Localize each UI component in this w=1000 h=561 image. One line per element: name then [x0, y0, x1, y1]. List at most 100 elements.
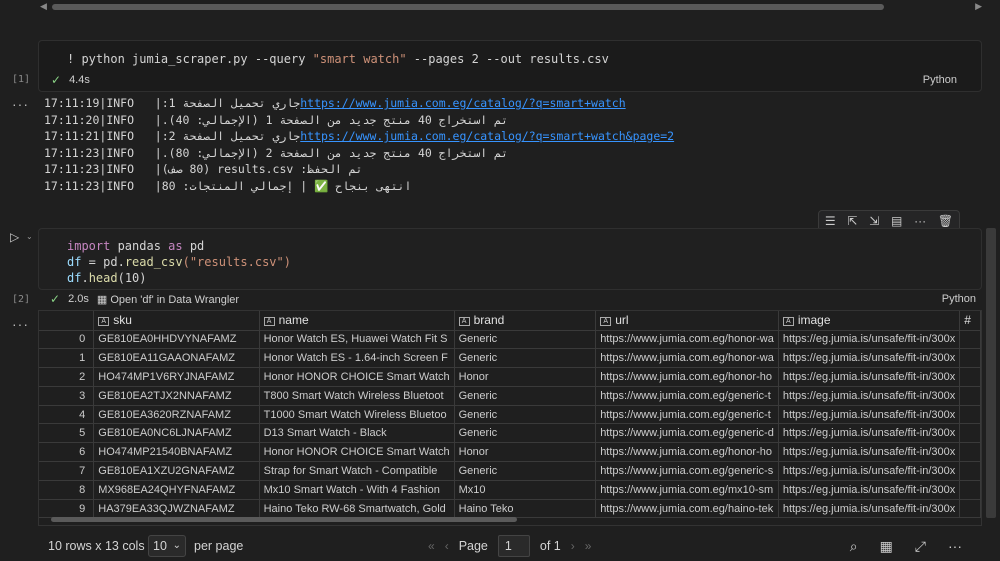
table-cell[interactable]: Mx10 Smart Watch - With 4 Fashion — [259, 480, 455, 500]
table-row[interactable]: 0 GE810EA0HHDVYNAFAMZ Honor Watch ES, Huaw… — [39, 330, 981, 350]
table-cell[interactable]: https://www.jumia.com.eg/honor-ho — [595, 442, 779, 463]
table-row[interactable]: 1 GE810EA11GAAONAFAMZ Honor Watch ES - 1.6… — [39, 348, 981, 369]
table-cell[interactable]: T800 Smart Watch Wireless Bluetoot — [259, 386, 455, 406]
output-more-icon[interactable]: ··· — [12, 316, 29, 332]
table-cell[interactable]: https://eg.jumia.is/unsafe/fit-in/300x — [778, 330, 961, 350]
scroll-left-arrow-icon[interactable]: ◀ — [40, 1, 47, 12]
table-cell[interactable]: https://eg.jumia.is/unsafe/fit-in/300x — [778, 423, 961, 444]
table-cell[interactable]: GE810EA2TJX2NNAFAMZ — [93, 386, 260, 406]
table-cell[interactable]: MX968EA24QHYFNAFAMZ — [93, 480, 260, 500]
split-cell-icon[interactable]: ▤ — [891, 214, 902, 228]
cell-1-language[interactable]: Python — [923, 74, 957, 86]
table-cell[interactable]: https://www.jumia.com.eg/honor-wa — [595, 330, 779, 350]
table-cell[interactable] — [959, 461, 981, 481]
table-row[interactable]: 5 GE810EA0NC6LJNAFAMZ D13 Smart Watch - Bl… — [39, 423, 981, 444]
table-cell[interactable]: GE810EA0HHDVYNAFAMZ — [93, 330, 260, 350]
vertical-scrollbar[interactable] — [986, 228, 996, 518]
table-cell[interactable]: https://www.jumia.com.eg/honor-wa — [595, 348, 779, 369]
data-wrangler-link[interactable]: ▦ Open 'df' in Data Wrangler — [97, 293, 239, 306]
code-cell-2[interactable]: import pandas as pd df = pd.read_csv("re… — [38, 228, 982, 290]
log-link[interactable]: https://www.jumia.com.eg/catalog/?q=smar… — [300, 129, 674, 146]
table-cell[interactable]: Generic — [454, 423, 597, 444]
code-line-3[interactable]: df.head(10) — [67, 271, 147, 285]
table-cell[interactable]: Generic — [454, 405, 597, 425]
code-line-2[interactable]: df = pd.read_csv("results.csv") — [67, 255, 291, 269]
table-cell[interactable]: Honor HONOR CHOICE Smart Watch — [259, 442, 455, 463]
table-cell[interactable] — [959, 405, 981, 425]
table-cell[interactable] — [959, 480, 981, 500]
code-cell-1[interactable]: ! python jumia_scraper.py --query "smart… — [38, 40, 982, 92]
table-cell[interactable]: https://eg.jumia.is/unsafe/fit-in/300x — [778, 461, 961, 481]
table-cell[interactable]: https://www.jumia.com.eg/generic-s — [595, 461, 779, 481]
table-cell[interactable]: Strap for Smart Watch - Compatible — [259, 461, 455, 481]
table-cell[interactable]: Honor — [454, 367, 597, 387]
table-row[interactable]: 2 HO474MP1V6RYJNAFAMZ Honor HONOR CHOICE S… — [39, 367, 981, 387]
table-cell[interactable]: Generic — [454, 461, 597, 481]
per-page-select[interactable]: 10 ⌄ — [148, 535, 186, 557]
top-horizontal-scrollbar[interactable]: ◀ ▶ — [38, 0, 982, 14]
column-header-url[interactable]: Aurl — [595, 311, 779, 331]
table-cell[interactable]: HO474MP1V6RYJNAFAMZ — [93, 367, 260, 387]
scroll-right-arrow-icon[interactable]: ▶ — [975, 1, 982, 12]
table-row[interactable]: 4 GE810EA3620RZNAFAMZ T1000 Smart Watch Wi… — [39, 405, 981, 425]
search-icon[interactable]: ⌕ — [850, 538, 858, 555]
previous-page-icon[interactable]: ‹ — [445, 539, 449, 553]
first-page-icon[interactable]: « — [428, 539, 435, 553]
scrollbar-thumb[interactable] — [52, 4, 884, 10]
table-cell[interactable]: GE810EA1XZU2GNAFAMZ — [93, 461, 260, 481]
grid-horizontal-scrollbar[interactable] — [47, 516, 977, 523]
execute-below-icon[interactable]: ⇲ — [869, 214, 879, 228]
table-cell[interactable]: D13 Smart Watch - Black — [259, 423, 455, 444]
column-header-sku[interactable]: Asku — [93, 311, 260, 331]
table-cell[interactable]: Generic — [454, 348, 597, 369]
table-cell[interactable]: Honor — [454, 442, 597, 463]
table-cell[interactable] — [959, 330, 981, 350]
table-cell[interactable]: https://www.jumia.com.eg/generic-d — [595, 423, 779, 444]
column-header-index[interactable] — [39, 311, 95, 331]
next-page-icon[interactable]: › — [571, 539, 575, 553]
table-icon[interactable]: ▦ — [880, 538, 893, 555]
cell-2-language[interactable]: Python — [942, 293, 976, 305]
more-icon[interactable]: ··· — [948, 538, 962, 555]
delete-cell-icon[interactable]: 🗑 — [938, 214, 953, 228]
code-line-command[interactable]: ! python jumia_scraper.py --query "smart… — [67, 52, 609, 66]
last-page-icon[interactable]: » — [585, 539, 592, 553]
table-cell[interactable]: Honor Watch ES, Huawei Watch Fit S — [259, 330, 455, 350]
table-cell[interactable]: GE810EA3620RZNAFAMZ — [93, 405, 260, 425]
column-header-brand[interactable]: Abrand — [454, 311, 597, 331]
table-cell[interactable]: https://eg.jumia.is/unsafe/fit-in/300x — [778, 405, 961, 425]
table-cell[interactable]: https://eg.jumia.is/unsafe/fit-in/300x — [778, 367, 961, 387]
table-row[interactable]: 8 MX968EA24QHYFNAFAMZ Mx10 Smart Watch - W… — [39, 480, 981, 500]
table-cell[interactable]: T1000 Smart Watch Wireless Bluetoo — [259, 405, 455, 425]
column-header-image[interactable]: Aimage — [778, 311, 961, 331]
expand-icon[interactable]: ⤢ — [915, 538, 926, 555]
table-cell[interactable] — [959, 442, 981, 463]
page-number-input[interactable]: 1 — [497, 535, 530, 557]
table-cell[interactable] — [959, 423, 981, 444]
table-row[interactable]: 3 GE810EA2TJX2NNAFAMZ T800 Smart Watch Wir… — [39, 386, 981, 406]
table-cell[interactable]: https://eg.jumia.is/unsafe/fit-in/300x — [778, 442, 961, 463]
table-cell[interactable]: https://www.jumia.com.eg/generic-t — [595, 386, 779, 406]
more-actions-icon[interactable]: ··· — [914, 214, 926, 228]
table-cell[interactable]: Mx10 — [454, 480, 597, 500]
run-by-line-icon[interactable]: ☰ — [825, 214, 836, 228]
column-header-name[interactable]: Aname — [259, 311, 455, 331]
table-cell[interactable] — [959, 367, 981, 387]
table-cell[interactable]: https://www.jumia.com.eg/generic-t — [595, 405, 779, 425]
table-cell[interactable]: https://eg.jumia.is/unsafe/fit-in/300x — [778, 480, 961, 500]
execute-above-icon[interactable]: ⇱ — [847, 214, 857, 228]
table-cell[interactable]: Generic — [454, 386, 597, 406]
table-cell[interactable]: https://eg.jumia.is/unsafe/fit-in/300x — [778, 386, 961, 406]
play-icon[interactable]: ▷ — [10, 230, 19, 244]
table-cell[interactable] — [959, 348, 981, 369]
table-cell[interactable] — [959, 386, 981, 406]
log-link[interactable]: https://www.jumia.com.eg/catalog/?q=smar… — [300, 96, 625, 113]
scrollbar-thumb[interactable] — [51, 517, 517, 522]
output-more-icon[interactable]: ··· — [12, 96, 29, 112]
code-line-1[interactable]: import pandas as pd — [67, 239, 204, 253]
table-cell[interactable]: GE810EA11GAAONAFAMZ — [93, 348, 260, 369]
table-cell[interactable]: https://eg.jumia.is/unsafe/fit-in/300x — [778, 348, 961, 369]
table-cell[interactable]: GE810EA0NC6LJNAFAMZ — [93, 423, 260, 444]
chevron-down-icon[interactable]: ⌄ — [26, 232, 33, 241]
table-cell[interactable]: Generic — [454, 330, 597, 350]
